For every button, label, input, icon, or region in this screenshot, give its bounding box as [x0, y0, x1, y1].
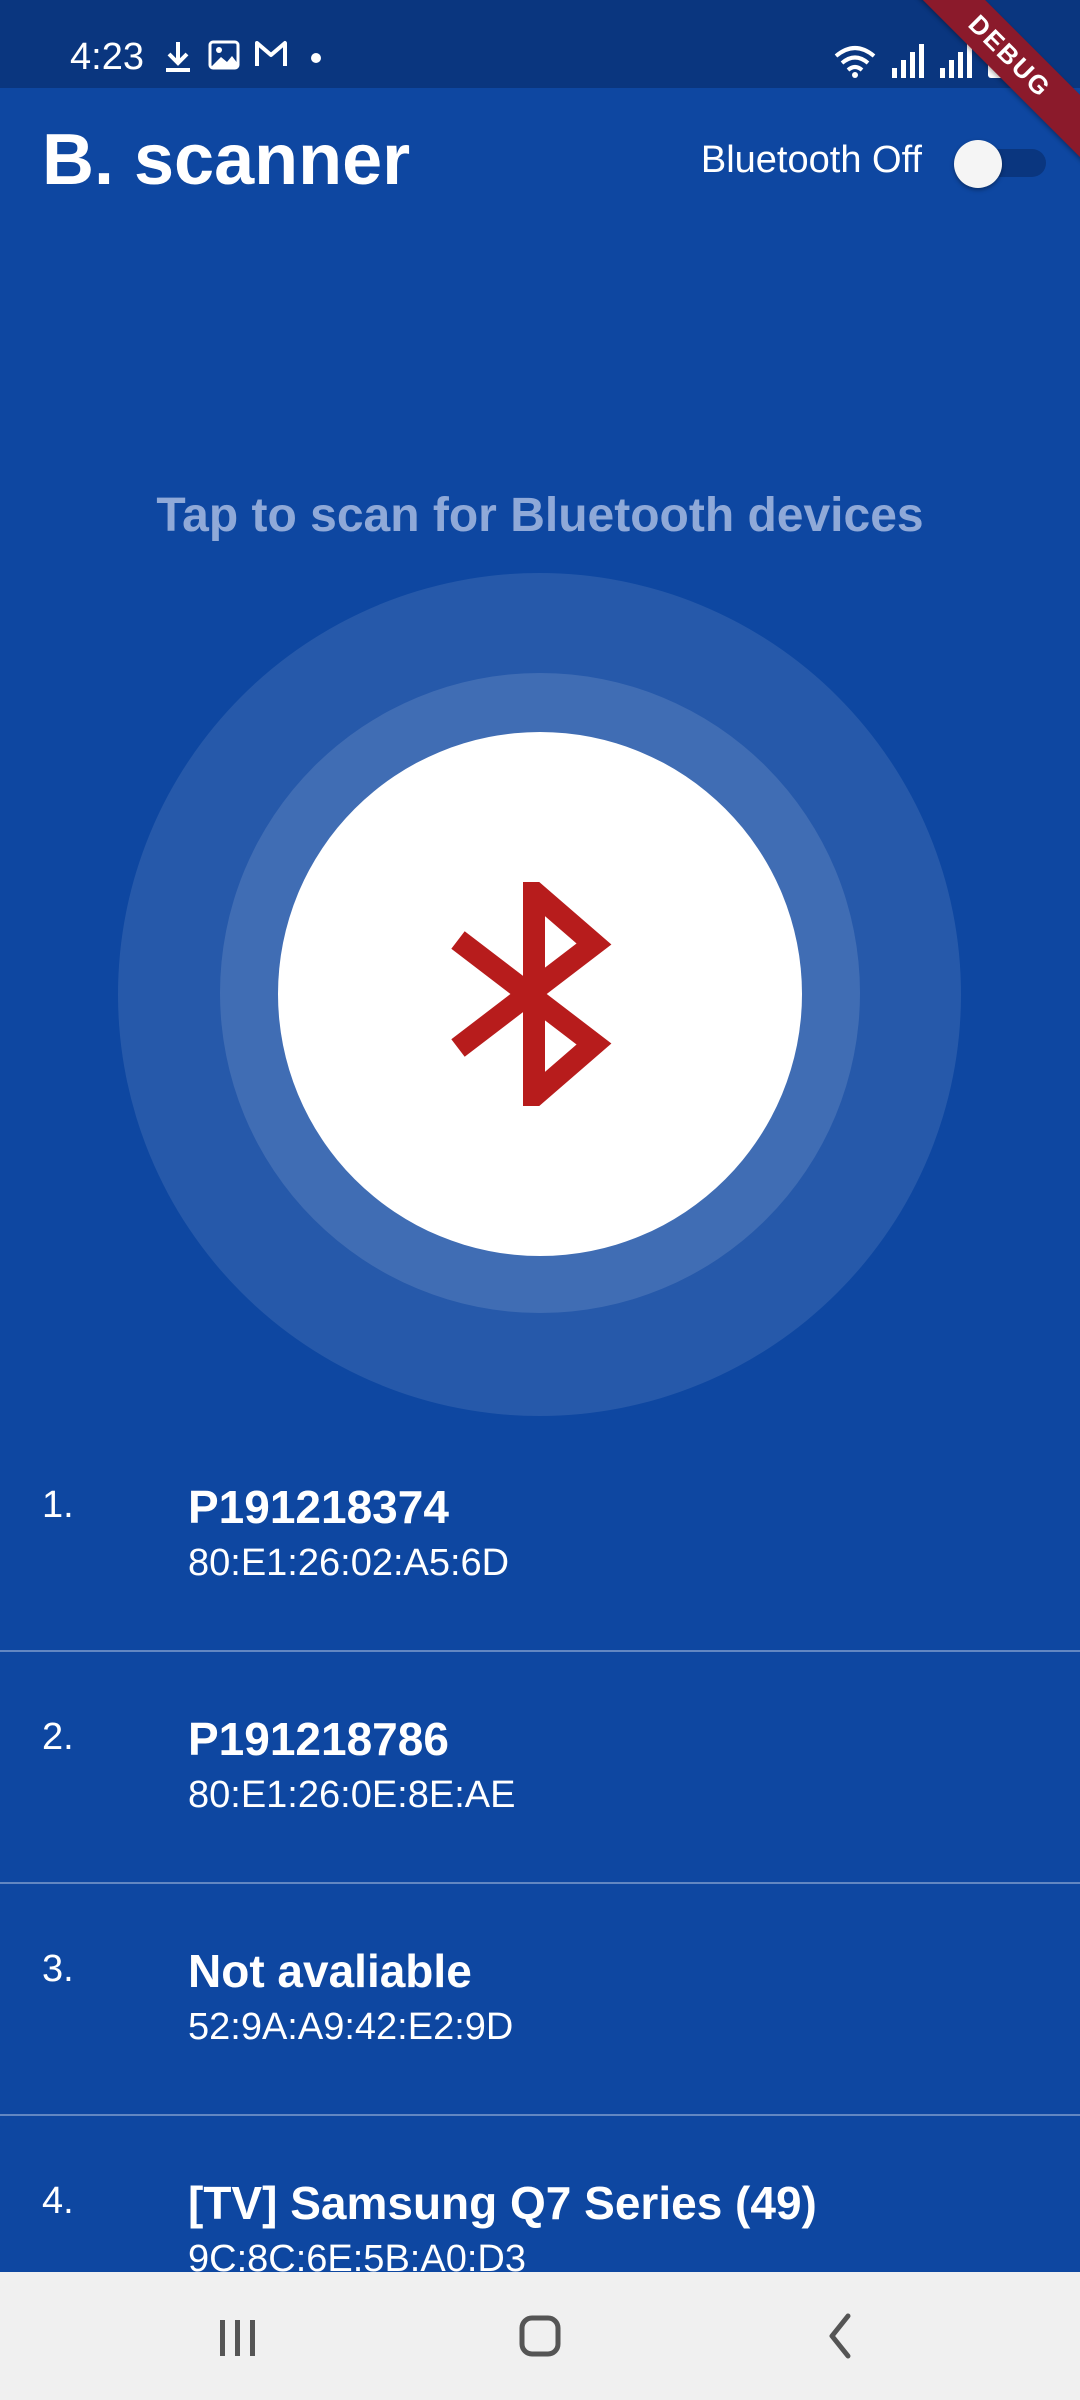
image-icon — [208, 40, 240, 70]
device-name: P191218374 — [188, 1481, 449, 1533]
dot-icon — [311, 53, 321, 63]
device-name: Not avaliable — [188, 1945, 472, 1997]
device-address: 80:E1:26:02:A5:6D — [188, 1542, 510, 1584]
back-icon[interactable] — [802, 2302, 882, 2370]
scan-button[interactable] — [278, 732, 802, 1256]
bluetooth-toggle[interactable] — [954, 140, 1046, 188]
device-address: 80:E1:26:0E:8E:AE — [188, 1774, 516, 1816]
app-title: B. scanner — [42, 120, 411, 200]
device-row[interactable]: 1. P191218374 80:E1:26:02:A5:6D — [0, 1420, 1080, 1652]
home-icon[interactable] — [500, 2302, 580, 2370]
gmail-icon — [255, 41, 287, 66]
device-row[interactable]: 2. P191218786 80:E1:26:0E:8E:AE — [0, 1652, 1080, 1884]
bluetooth-icon — [451, 882, 612, 1106]
device-row[interactable]: 3. Not avaliable 52:9A:A9:42:E2:9D — [0, 1884, 1080, 2116]
wifi-icon — [834, 46, 876, 78]
device-name: [TV] Samsung Q7 Series (49) — [188, 2177, 817, 2229]
toggle-thumb — [954, 140, 1002, 188]
device-index: 2. — [42, 1716, 74, 1758]
status-bar: 4:23 — [0, 0, 1080, 88]
device-index: 1. — [42, 1484, 74, 1526]
recents-icon[interactable] — [198, 2302, 278, 2370]
scan-hint: Tap to scan for Bluetooth devices — [156, 489, 924, 542]
signal-icon — [892, 44, 924, 78]
nav-bar — [0, 2272, 1080, 2400]
device-name: P191218786 — [188, 1713, 449, 1765]
signal-icon — [940, 44, 972, 78]
device-list: 1. P191218374 80:E1:26:02:A5:6D 2. P1912… — [0, 1420, 1080, 2348]
device-address: 52:9A:A9:42:E2:9D — [188, 2006, 514, 2048]
device-index: 3. — [42, 1948, 74, 1990]
download-icon — [166, 42, 190, 72]
bluetooth-status-label: Bluetooth Off — [700, 139, 922, 181]
device-index: 4. — [42, 2180, 74, 2222]
status-time: 4:23 — [70, 36, 144, 78]
